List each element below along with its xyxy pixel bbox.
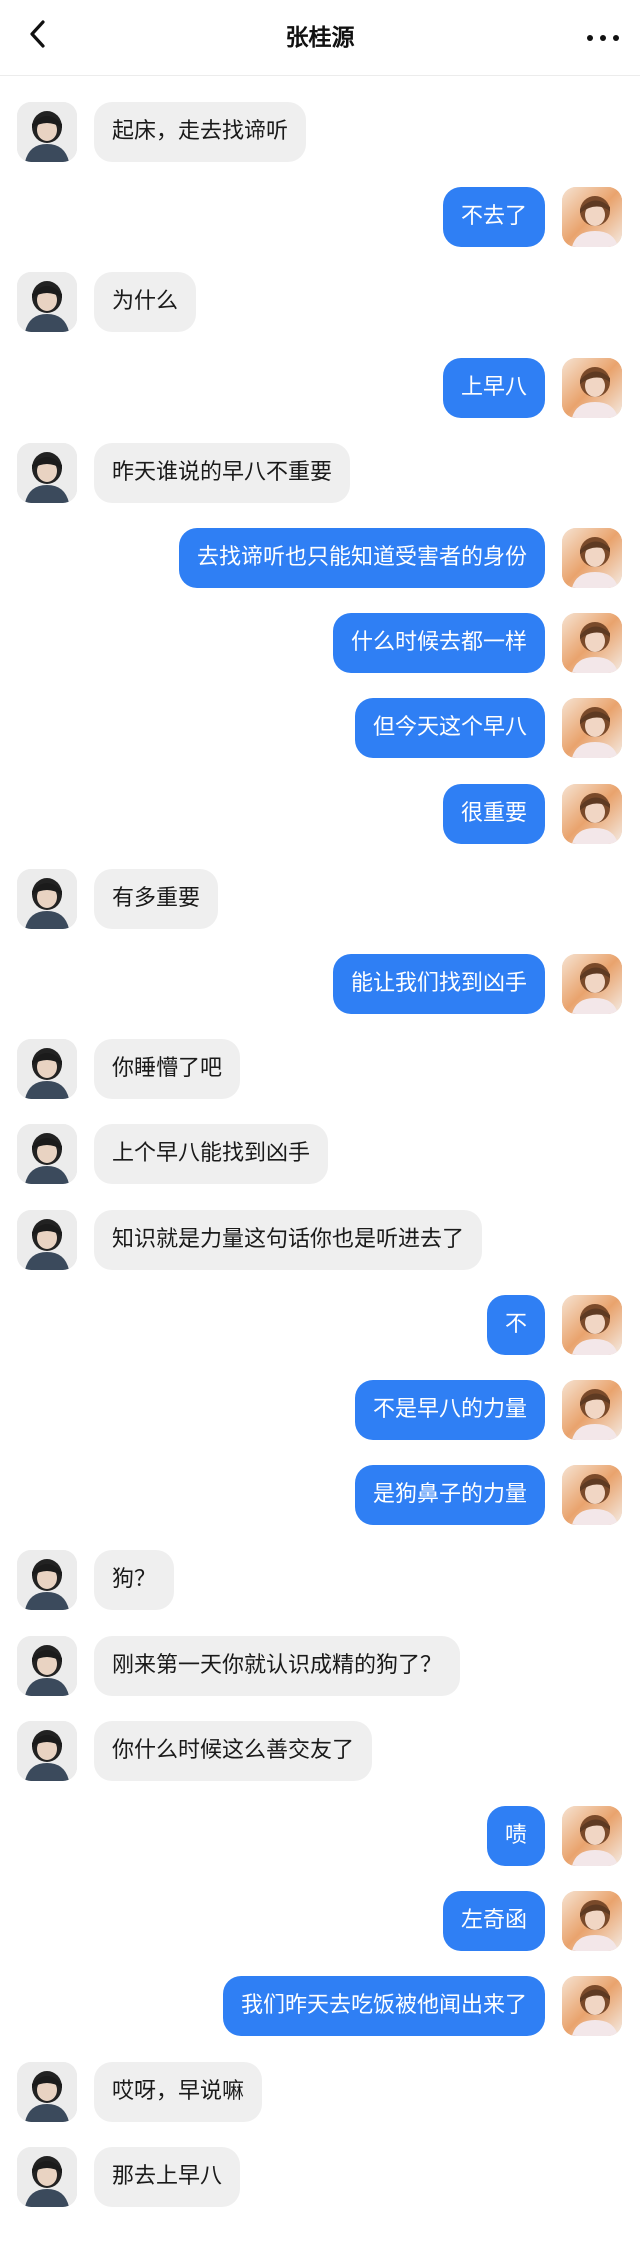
message-bubble[interactable]: 你什么时候这么善交友了 xyxy=(94,1721,373,1781)
message-bubble[interactable]: 知识就是力量这句话你也是听进去了 xyxy=(94,1210,483,1270)
message-bubble[interactable]: 上早八 xyxy=(442,358,545,418)
my-avatar[interactable] xyxy=(562,187,622,247)
message-bubble[interactable]: 昨天谁说的早八不重要 xyxy=(94,443,351,503)
outgoing-message: 左奇函 xyxy=(0,1891,640,1951)
message-bubble[interactable]: 左奇函 xyxy=(442,1891,545,1951)
message-bubble[interactable]: 但今天这个早八 xyxy=(354,698,545,758)
outgoing-message: 不 xyxy=(0,1295,640,1355)
incoming-message: 知识就是力量这句话你也是听进去了 xyxy=(0,1210,640,1270)
outgoing-message: 不是早八的力量 xyxy=(0,1380,640,1440)
contact-avatar[interactable] xyxy=(17,1124,77,1184)
outgoing-message: 不去了 xyxy=(0,187,640,247)
my-avatar[interactable] xyxy=(562,528,622,588)
incoming-message: 有多重要 xyxy=(0,869,640,929)
outgoing-message: 上早八 xyxy=(0,358,640,418)
contact-avatar[interactable] xyxy=(17,1039,77,1099)
message-bubble[interactable]: 刚来第一天你就认识成精的狗了？ xyxy=(94,1636,461,1696)
message-bubble[interactable]: 能让我们找到凶手 xyxy=(332,954,545,1014)
message-bubble[interactable]: 啧 xyxy=(486,1806,545,1866)
contact-avatar[interactable] xyxy=(17,2147,77,2207)
more-dots-icon xyxy=(586,27,620,46)
incoming-message: 上个早八能找到凶手 xyxy=(0,1124,640,1184)
contact-avatar[interactable] xyxy=(17,1210,77,1270)
message-bubble[interactable]: 为什么 xyxy=(94,272,197,332)
contact-avatar[interactable] xyxy=(17,443,77,503)
my-avatar[interactable] xyxy=(562,698,622,758)
contact-avatar[interactable] xyxy=(17,1721,77,1781)
incoming-message: 狗？ xyxy=(0,1550,640,1610)
message-bubble[interactable]: 不 xyxy=(486,1295,545,1355)
contact-avatar[interactable] xyxy=(17,1636,77,1696)
my-avatar[interactable] xyxy=(562,1465,622,1525)
my-avatar[interactable] xyxy=(562,358,622,418)
incoming-message: 起床，走去找谛听 xyxy=(0,102,640,162)
my-avatar[interactable] xyxy=(562,1295,622,1355)
my-avatar[interactable] xyxy=(562,784,622,844)
outgoing-message: 什么时候去都一样 xyxy=(0,613,640,673)
page-title: 张桂源 xyxy=(285,25,355,51)
my-avatar[interactable] xyxy=(562,1891,622,1951)
incoming-message: 为什么 xyxy=(0,272,640,332)
message-bubble[interactable]: 你睡懵了吧 xyxy=(94,1039,241,1099)
outgoing-message: 能让我们找到凶手 xyxy=(0,954,640,1014)
outgoing-message: 我们昨天去吃饭被他闻出来了 xyxy=(0,1976,640,2036)
contact-avatar[interactable] xyxy=(17,272,77,332)
contact-avatar[interactable] xyxy=(17,102,77,162)
outgoing-message: 很重要 xyxy=(0,784,640,844)
message-bubble[interactable]: 狗？ xyxy=(94,1550,175,1610)
message-bubble[interactable]: 那去上早八 xyxy=(94,2147,241,2207)
incoming-message: 那去上早八 xyxy=(0,2147,640,2207)
outgoing-message: 去找谛听也只能知道受害者的身份 xyxy=(0,528,640,588)
contact-avatar[interactable] xyxy=(17,2062,77,2122)
my-avatar[interactable] xyxy=(562,1380,622,1440)
chat-header: 张桂源 xyxy=(0,0,640,76)
outgoing-message: 啧 xyxy=(0,1806,640,1866)
incoming-message: 哎呀，早说嘛 xyxy=(0,2062,640,2122)
message-bubble[interactable]: 什么时候去都一样 xyxy=(332,613,545,673)
message-bubble[interactable]: 很重要 xyxy=(442,784,545,844)
message-bubble[interactable]: 是狗鼻子的力量 xyxy=(354,1465,545,1525)
message-bubble[interactable]: 上个早八能找到凶手 xyxy=(94,1124,329,1184)
more-button[interactable] xyxy=(578,14,628,58)
outgoing-message: 但今天这个早八 xyxy=(0,698,640,758)
my-avatar[interactable] xyxy=(562,613,622,673)
message-bubble[interactable]: 不是早八的力量 xyxy=(354,1380,545,1440)
incoming-message: 你睡懵了吧 xyxy=(0,1039,640,1099)
message-bubble[interactable]: 我们昨天去吃饭被他闻出来了 xyxy=(222,1976,545,2036)
incoming-message: 你什么时候这么善交友了 xyxy=(0,1721,640,1781)
message-bubble[interactable]: 不去了 xyxy=(442,187,545,247)
my-avatar[interactable] xyxy=(562,1806,622,1866)
message-bubble[interactable]: 哎呀，早说嘛 xyxy=(94,2062,263,2122)
my-avatar[interactable] xyxy=(562,954,622,1014)
contact-avatar[interactable] xyxy=(17,1550,77,1610)
message-bubble[interactable]: 起床，走去找谛听 xyxy=(94,102,307,162)
incoming-message: 昨天谁说的早八不重要 xyxy=(0,443,640,503)
contact-avatar[interactable] xyxy=(17,869,77,929)
outgoing-message: 是狗鼻子的力量 xyxy=(0,1465,640,1525)
my-avatar[interactable] xyxy=(562,1976,622,2036)
message-bubble[interactable]: 有多重要 xyxy=(94,869,219,929)
incoming-message: 刚来第一天你就认识成精的狗了？ xyxy=(0,1636,640,1696)
message-bubble[interactable]: 去找谛听也只能知道受害者的身份 xyxy=(178,528,545,588)
